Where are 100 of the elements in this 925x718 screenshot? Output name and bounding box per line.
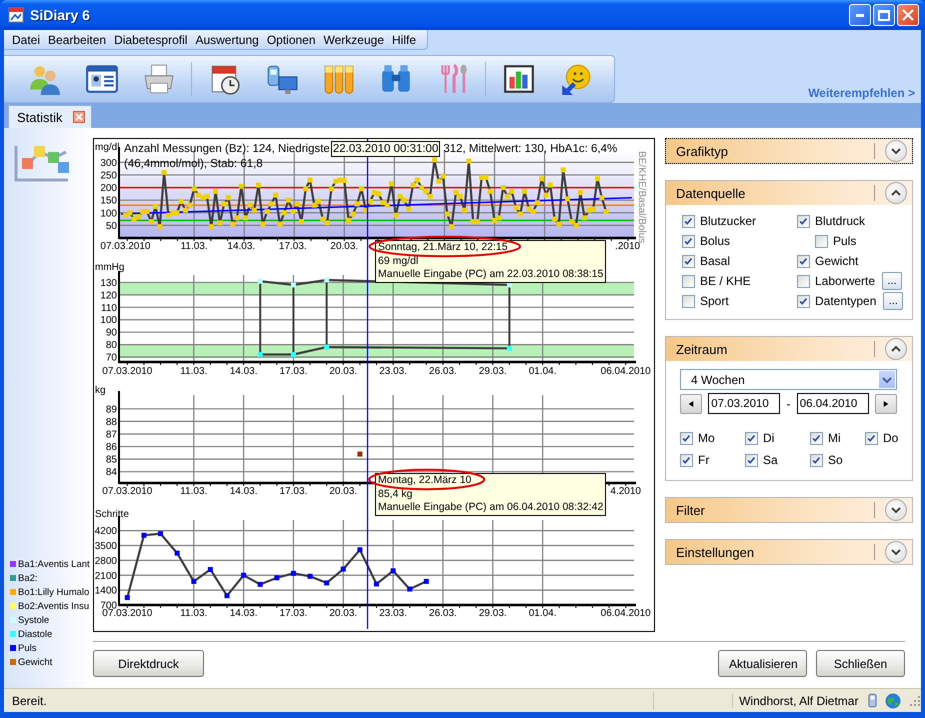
legend-label: Ba2: — [18, 572, 38, 584]
axis-label: 100 — [100, 208, 117, 220]
tooltip-line: Montag, 22.März 10 — [378, 474, 472, 488]
axis-label: 26.03. — [429, 608, 457, 619]
axis-title: Schritte — [95, 509, 129, 520]
menu-item[interactable]: Auswertung — [191, 32, 263, 46]
axis-label: 20.03. — [329, 366, 358, 377]
axis-label: 29.03. — [478, 366, 507, 377]
legend-label: Puls — [18, 642, 36, 654]
legend-label: Bo1:Lilly Humalo — [18, 586, 90, 598]
legend-label: Bo2:Aventis Insu — [18, 600, 90, 612]
checkbox-label: Laborwerte — [815, 274, 876, 288]
checkbox-label: Basal — [700, 254, 730, 268]
axis-label: 17.03. — [278, 241, 307, 252]
axis-label: 11.03. — [180, 486, 208, 497]
range-dash: - — [786, 396, 790, 410]
axis-label: 14.03. — [227, 241, 256, 252]
axis-label: 20.03. — [330, 241, 358, 252]
axis-label: 200 — [100, 183, 117, 194]
axis-label: 01.04. — [528, 366, 557, 377]
legend-label: Diastole — [18, 628, 52, 640]
axis-label: 250 — [100, 170, 117, 182]
axis-label: 06.04.2010 — [600, 366, 651, 377]
tooltip-line: Manuelle Eingabe (PC) am 22.03.2010 08:38:15 — [378, 268, 604, 282]
checkbox-label: Do — [883, 431, 898, 445]
axis-label: 4.2010 — [610, 486, 641, 497]
checkbox-label: So — [828, 453, 843, 467]
legend-label: Ba1:Aventis Lant — [18, 558, 90, 570]
summary-text: Anzahl Messungen (Bz): 124, Niedrigste — [124, 142, 330, 156]
axis-label: 26.03. — [429, 366, 457, 377]
date-field[interactable]: 06.04.2010 — [796, 393, 869, 414]
axis-label: 300 — [100, 158, 117, 169]
axis-label: 130 — [100, 278, 117, 289]
ellipsis-button[interactable]: ... — [882, 272, 902, 290]
axis-label: 20.03. — [329, 486, 358, 497]
axis-label: 1400 — [94, 586, 117, 597]
checkbox-label: BE / KHE — [700, 274, 751, 288]
menu-item[interactable]: Werkzeuge — [320, 32, 388, 46]
axis-label: 4200 — [94, 526, 117, 538]
menu-item[interactable]: Bearbeiten — [44, 32, 110, 46]
menu-item[interactable]: Optionen — [262, 32, 320, 46]
axis-label: 11.03. — [180, 366, 208, 377]
cursor-time-label: 22.03.2010 00:31:00 — [330, 141, 440, 157]
axis-label: 07.03.2010 — [102, 366, 152, 377]
checkbox-label: Datentypen — [815, 294, 876, 308]
axis-label: 07.03.2010 — [102, 608, 152, 619]
axis-label: 2100 — [94, 570, 117, 582]
tooltip-line: Manuelle Eingabe (PC) am 06.04.2010 08:32:42 — [378, 501, 604, 514]
section-title: Zeitraum — [676, 342, 728, 356]
print-button[interactable]: Direktdruck — [93, 650, 204, 677]
axis-title: kg — [95, 385, 106, 396]
legend-label: Gewicht — [18, 656, 52, 668]
checkbox-label: Sa — [763, 453, 778, 467]
axis-title: BE/KHE/Basal/Bolus — [636, 151, 647, 244]
axis-label: 01.04. — [528, 608, 557, 619]
menu-item[interactable]: Diabetesprofil — [110, 32, 192, 46]
axis-label: 80 — [106, 340, 117, 352]
axis-label: 14.03. — [230, 486, 258, 497]
date-field[interactable]: 07.03.2010 — [708, 393, 780, 414]
axis-label: 89 — [106, 404, 117, 416]
period-dropdown[interactable]: 4 Wochen — [680, 369, 897, 390]
summary-text: 312, Mittelwert: 130, HbA1c: 6,4% — [443, 142, 618, 156]
axis-label: 150 — [100, 196, 117, 207]
checkbox-label: Blutdruck — [815, 214, 866, 228]
axis-label: 120 — [100, 290, 117, 302]
window-title: SiDiary 6 — [30, 7, 90, 23]
axis-label: 100 — [100, 315, 117, 326]
axis-label: 14.03. — [230, 608, 258, 619]
axis-label: 86 — [106, 442, 117, 454]
axis-label: 50 — [106, 220, 117, 232]
tooltip-line: 85,4 kg — [378, 488, 414, 501]
menu-item[interactable]: Datei — [8, 32, 44, 46]
axis-label: 17.03. — [280, 366, 308, 377]
close-dialog-button[interactable]: Schließen — [816, 650, 905, 677]
tab[interactable]: Statistik — [8, 105, 92, 128]
axis-label: 2800 — [94, 556, 117, 567]
section-title: Grafiktyp — [676, 144, 728, 158]
axis-label: 17.03. — [280, 608, 308, 619]
checkbox-label: Bolus — [700, 234, 730, 248]
section-title: Filter — [676, 502, 705, 518]
checkbox-label: Blutzucker — [700, 214, 756, 228]
status-text: Bereit. — [11, 694, 48, 708]
axis-label: 17.03. — [280, 486, 308, 497]
axis-label: 29.03. — [478, 608, 507, 619]
axis-label: 110 — [101, 302, 117, 314]
section-title: Einstellungen — [676, 544, 754, 560]
axis-label: 87 — [106, 429, 117, 440]
refresh-button[interactable]: Aktualisieren — [718, 650, 807, 677]
menu-item[interactable]: Hilfe — [388, 32, 420, 46]
axis-label: 84 — [106, 467, 117, 478]
axis-label: 11.03. — [180, 241, 208, 252]
ellipsis-button[interactable]: ... — [883, 292, 904, 310]
summary-text: (46,4mmol/mol), Stab: 61,8 — [124, 157, 263, 171]
axis-label: 23.03. — [379, 366, 408, 377]
axis-label: .2010 — [615, 241, 640, 252]
axis-label: 20.03. — [329, 608, 358, 619]
checkbox-label: Puls — [833, 234, 856, 248]
checkbox-label: Sport — [700, 294, 729, 308]
axis-label: 07.03.2010 — [100, 241, 150, 252]
axis-label: 07.03.2010 — [102, 486, 152, 497]
